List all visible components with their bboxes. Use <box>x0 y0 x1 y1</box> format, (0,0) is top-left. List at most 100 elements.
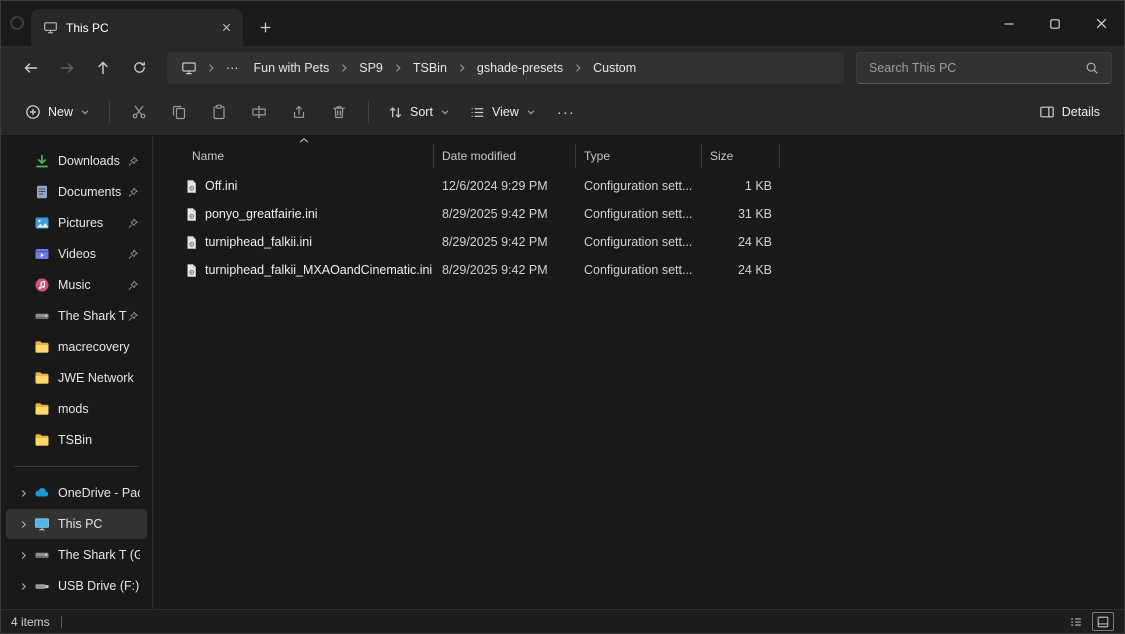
breadcrumb-item[interactable]: Fun with Pets <box>247 56 337 80</box>
minimize-icon[interactable] <box>986 1 1032 46</box>
file-size: 1 KB <box>744 179 772 193</box>
sidebar-item-usb-drive[interactable]: USB Drive (F:) <box>6 571 147 601</box>
sidebar-item-videos[interactable]: Videos <box>6 239 147 269</box>
file-name: turniphead_falkii_MXAOandCinematic.ini <box>205 263 433 277</box>
file-name: turniphead_falkii.ini <box>205 235 313 249</box>
chevron-right-icon[interactable] <box>12 550 34 561</box>
breadcrumb-item[interactable]: SP9 <box>352 56 390 80</box>
pictures-icon <box>34 215 51 231</box>
sidebar-separator <box>14 466 139 467</box>
ini-file-icon <box>184 235 199 250</box>
file-type: Configuration sett... <box>584 207 693 221</box>
new-button[interactable]: New <box>15 97 100 127</box>
breadcrumb-item[interactable]: gshade-presets <box>470 56 570 80</box>
folder-icon <box>34 401 51 417</box>
downloads-icon <box>34 153 51 169</box>
ini-file-icon <box>184 263 199 278</box>
delete-icon[interactable] <box>319 96 359 128</box>
sidebar-item-label: Downloads <box>58 154 120 168</box>
copy-icon[interactable] <box>159 96 199 128</box>
chevron-right-icon[interactable] <box>12 519 34 530</box>
sidebar: Downloads Documents Pictures Videos Musi… <box>1 136 153 609</box>
close-icon[interactable] <box>1078 1 1124 46</box>
chevron-right-icon <box>455 62 469 74</box>
sidebar-item-jwe-network[interactable]: JWE Network <box>6 363 147 393</box>
sidebar-item-label: This PC <box>58 517 103 531</box>
explorer-tab[interactable]: This PC <box>31 9 243 46</box>
file-row[interactable]: turniphead_falkii.ini 8/29/2025 9:42 PM … <box>177 228 1124 256</box>
sidebar-item-this-pc[interactable]: This PC <box>6 509 147 539</box>
breadcrumb-item[interactable]: Custom <box>586 56 643 80</box>
sidebar-item-mods[interactable]: mods <box>6 394 147 424</box>
pin-icon <box>127 278 140 292</box>
this-pc-icon <box>43 20 58 35</box>
new-tab-button[interactable] <box>251 13 279 41</box>
column-header-type[interactable]: Type <box>576 144 702 168</box>
sort-ascending-icon <box>299 137 309 144</box>
search-icon[interactable] <box>1081 61 1103 75</box>
file-type: Configuration sett... <box>584 179 693 193</box>
breadcrumb-overflow[interactable]: ··· <box>219 56 246 80</box>
folder-icon <box>34 370 51 386</box>
item-count: 4 items <box>11 614 50 629</box>
sidebar-item-tsbin[interactable]: TSBin <box>6 425 147 455</box>
file-row[interactable]: turniphead_falkii_MXAOandCinematic.ini 8… <box>177 256 1124 284</box>
sidebar-item-pictures[interactable]: Pictures <box>6 208 147 238</box>
maximize-icon[interactable] <box>1032 1 1078 46</box>
new-button-label: New <box>48 105 74 119</box>
file-date: 8/29/2025 9:42 PM <box>442 235 548 249</box>
sidebar-item-label: The Shark T ( <box>58 309 127 323</box>
breadcrumb-item[interactable]: TSBin <box>406 56 454 80</box>
cut-icon[interactable] <box>119 96 159 128</box>
tab-close-icon[interactable] <box>215 17 237 39</box>
pin-icon <box>127 185 140 199</box>
up-icon[interactable] <box>85 52 121 84</box>
column-header-date[interactable]: Date modified <box>434 144 576 168</box>
sidebar-item-music[interactable]: Music <box>6 270 147 300</box>
details-view-icon[interactable] <box>1065 612 1087 631</box>
folder-icon <box>34 432 51 448</box>
sidebar-item-shark-drive-pinned[interactable]: The Shark T ( <box>6 301 147 331</box>
ini-file-icon <box>184 207 199 222</box>
file-explorer-window: This PC ··· Fun with Pets SP9 TSBin gsha… <box>0 0 1125 634</box>
drive-icon <box>34 547 51 563</box>
search-box <box>856 51 1112 84</box>
refresh-icon[interactable] <box>121 52 157 84</box>
sidebar-item-label: TSBin <box>58 433 93 447</box>
breadcrumb-this-pc-icon[interactable] <box>175 60 203 76</box>
sort-button[interactable]: Sort <box>378 98 460 127</box>
column-header-spacer <box>780 144 850 168</box>
file-name: Off.ini <box>205 179 238 193</box>
column-header-name[interactable]: Name <box>177 144 434 168</box>
more-options-button[interactable]: ··· <box>546 96 586 128</box>
chevron-right-icon[interactable] <box>12 488 34 499</box>
chevron-right-icon <box>571 62 585 74</box>
share-icon[interactable] <box>279 96 319 128</box>
forward-icon[interactable] <box>49 52 85 84</box>
tab-title: This PC <box>66 20 109 35</box>
file-size: 24 KB <box>737 263 772 277</box>
view-button[interactable]: View <box>460 98 546 127</box>
sidebar-item-onedrive[interactable]: OneDrive - Pace <box>6 478 147 508</box>
usb-drive-icon <box>34 578 51 594</box>
pin-icon <box>127 309 140 323</box>
sidebar-item-label: Videos <box>58 247 96 261</box>
sidebar-item-documents[interactable]: Documents <box>6 177 147 207</box>
paste-icon[interactable] <box>199 96 239 128</box>
file-list: Off.ini 12/6/2024 9:29 PM Configuration … <box>153 172 1124 284</box>
sidebar-item-downloads[interactable]: Downloads <box>6 146 147 176</box>
file-name: ponyo_greatfairie.ini <box>205 207 318 221</box>
search-input[interactable] <box>869 60 1081 75</box>
file-row[interactable]: ponyo_greatfairie.ini 8/29/2025 9:42 PM … <box>177 200 1124 228</box>
large-icons-view-icon[interactable] <box>1092 612 1114 631</box>
file-row[interactable]: Off.ini 12/6/2024 9:29 PM Configuration … <box>177 172 1124 200</box>
sort-icon <box>388 105 403 120</box>
chevron-right-icon[interactable] <box>12 581 34 592</box>
rename-icon[interactable] <box>239 96 279 128</box>
sidebar-item-shark-drive[interactable]: The Shark T (G:) <box>6 540 147 570</box>
column-header-size[interactable]: Size <box>702 144 780 168</box>
back-icon[interactable] <box>13 52 49 84</box>
details-pane-button[interactable]: Details <box>1029 97 1110 127</box>
chevron-down-icon <box>526 107 536 117</box>
sidebar-item-macrecovery[interactable]: macrecovery <box>6 332 147 362</box>
